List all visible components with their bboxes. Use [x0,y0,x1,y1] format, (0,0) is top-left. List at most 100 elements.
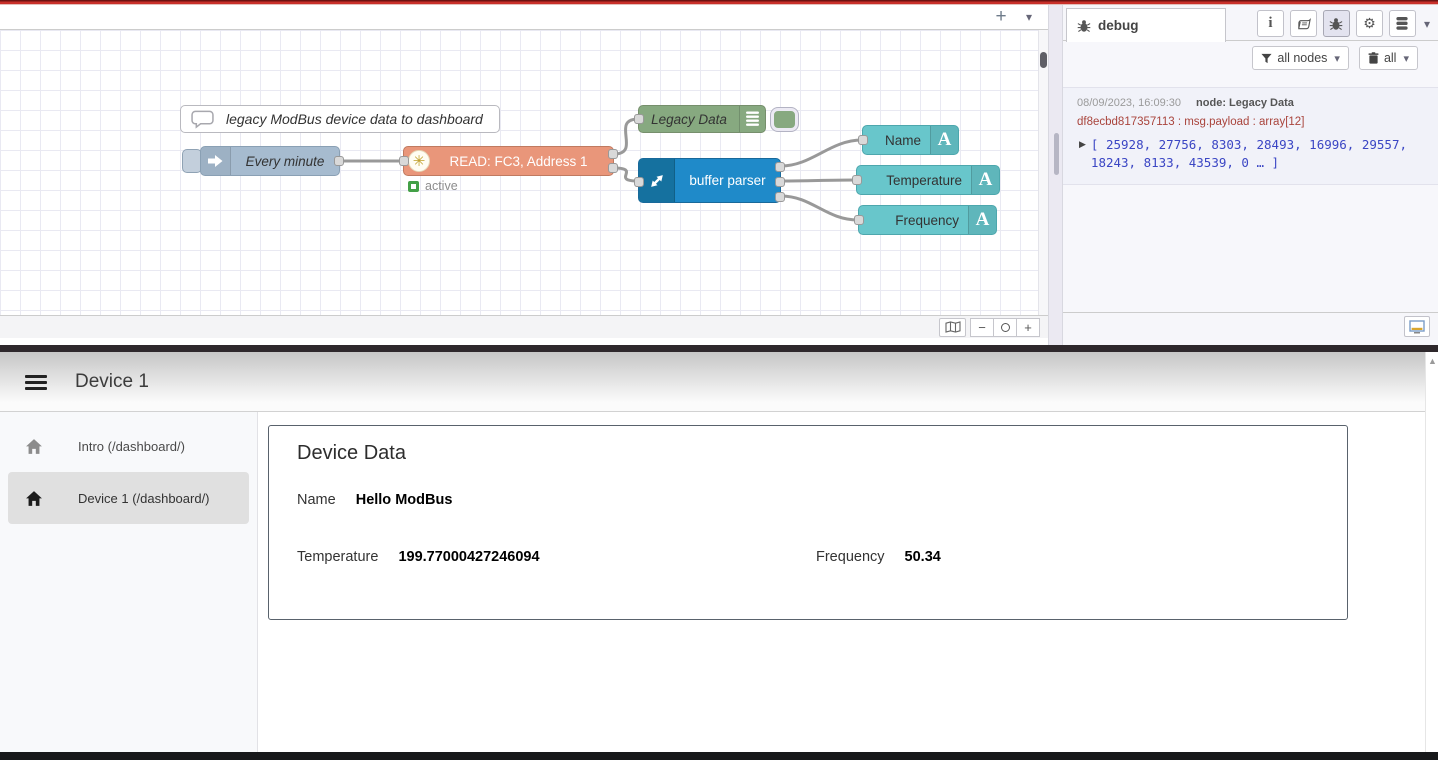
debug-sidebar: debug i ⚙ ▾ all nodes ▾ [1063,5,1438,345]
flow-canvas[interactable]: legacy ModBus device data to dashboard E… [0,30,1048,315]
add-flow-button[interactable]: + [986,5,1016,29]
tab-debug-label: debug [1098,18,1139,33]
ui-temperature-label: Temperature [857,173,971,188]
node-comment[interactable]: legacy ModBus device data to dashboard [180,105,500,133]
zoom-reset-icon [1001,323,1010,332]
chevron-down-icon: ▾ [1403,52,1409,65]
ui-frequency-label: Frequency [859,213,968,228]
help-tab-button[interactable] [1290,10,1317,37]
debug-node-label: Legacy Data [639,112,739,127]
message-payload: [ 25928, 27756, 8303, 28493, 16996, 2955… [1091,136,1424,172]
comment-label: legacy ModBus device data to dashboard [226,111,483,127]
ui-frequency-input-port[interactable] [854,215,864,225]
nav-item-device-1[interactable]: Device 1 (/dashboard/) [8,472,249,524]
node-inject[interactable]: Every minute [200,146,340,176]
debug-message: 08/09/2023, 16:09:30 node: Legacy Data d… [1063,87,1438,185]
parser-output-port-1[interactable] [775,162,785,172]
editor-workspace: + ▾ legacy ModBus device data to dashboa… [0,5,1048,345]
modbus-output-port-2[interactable] [608,163,618,173]
nav-item-label: Device 1 (/dashboard/) [78,491,210,506]
debug-input-port[interactable] [634,114,644,124]
sidebar-resize-divider[interactable] [1048,5,1063,345]
filter-nodes-label: all nodes [1277,51,1327,65]
comment-bubble-icon [191,110,214,129]
zoom-reset-button[interactable] [993,318,1017,337]
modbus-status: active [408,179,458,193]
inject-trigger-button[interactable] [182,149,202,173]
field-name: Name Hello ModBus [297,492,452,508]
divider-drag-handle[interactable] [1054,133,1059,175]
scrollbar-thumb[interactable] [1040,52,1047,68]
node-buffer-parser[interactable]: buffer parser [638,158,781,203]
nav-item-intro[interactable]: Intro (/dashboard/) [8,420,249,472]
node-ui-text-frequency[interactable]: Frequency A [858,205,997,235]
inject-arrow-icon [201,147,231,175]
dashboard-scrollbar[interactable]: ▲ [1425,352,1438,752]
modbus-asterisk-icon: ✳ [408,150,430,172]
wire-parser-to-frequency[interactable] [781,196,858,220]
sidebar-header: debug i ⚙ ▾ [1063,5,1438,41]
ui-temperature-input-port[interactable] [852,175,862,185]
wire-parser-to-name[interactable] [781,140,862,166]
sidebar-toolbar: i ⚙ ▾ [1251,10,1430,37]
bug-icon [1077,19,1091,33]
filter-nodes-button[interactable]: all nodes ▾ [1252,46,1349,70]
text-widget-icon: A [971,166,999,194]
field-label: Temperature [297,549,378,565]
trash-icon [1368,52,1379,64]
status-dot-icon [408,181,419,192]
parser-output-port-2[interactable] [775,177,785,187]
node-ui-text-name[interactable]: Name A [862,125,959,155]
zoom-in-button[interactable]: + [1016,318,1040,337]
zoom-out-button[interactable]: − [970,318,994,337]
hamburger-menu-icon[interactable] [25,375,47,390]
field-value: 50.34 [905,549,941,565]
dashboard-nav: Intro (/dashboard/) Device 1 (/dashboard… [0,412,258,752]
status-text: active [425,179,458,193]
bug-icon [1329,17,1343,31]
flow-list-caret-icon[interactable]: ▾ [1014,5,1044,29]
sidebar-menu-caret-icon[interactable]: ▾ [1424,17,1430,31]
modbus-input-port[interactable] [399,156,409,166]
node-red-editor: + ▾ legacy ModBus device data to dashboa… [0,5,1438,345]
text-widget-icon: A [968,206,996,234]
nav-item-label: Intro (/dashboard/) [78,439,185,454]
node-ui-text-temperature[interactable]: Temperature A [856,165,1000,195]
inject-label: Every minute [231,154,339,169]
navigator-map-button[interactable] [939,318,966,337]
message-node-name: node: Legacy Data [1196,97,1294,109]
sidebar-footer [1063,312,1438,340]
field-value: Hello ModBus [356,492,453,508]
expand-payload-icon[interactable]: ▶ [1079,139,1086,172]
dashboard-title: Device 1 [75,371,149,393]
context-tab-button[interactable] [1389,10,1416,37]
tab-debug[interactable]: debug [1066,8,1226,42]
config-tab-button[interactable]: ⚙ [1356,10,1383,37]
parser-output-port-3[interactable] [775,192,785,202]
clear-messages-label: all [1384,51,1397,65]
monitor-icon [1409,320,1425,334]
ui-name-input-port[interactable] [858,135,868,145]
parser-input-port[interactable] [634,177,644,187]
node-debug-legacy-data[interactable]: Legacy Data [638,105,766,133]
canvas-vertical-scrollbar[interactable] [1038,30,1048,315]
field-label: Name [297,492,336,508]
scroll-up-arrow-icon[interactable]: ▲ [1428,356,1437,366]
dashboard-header: Device 1 [0,352,1438,412]
debug-enable-toggle[interactable] [771,108,798,131]
field-frequency: Frequency 50.34 [816,549,941,565]
wire-parser-to-temperature[interactable] [781,180,856,181]
debug-tab-button[interactable] [1323,10,1350,37]
wire-read-to-legacy[interactable] [614,119,638,154]
clear-messages-button[interactable]: all ▾ [1359,46,1418,70]
inject-output-port[interactable] [334,156,344,166]
info-tab-button[interactable]: i [1257,10,1284,37]
open-debug-window-button[interactable] [1404,316,1430,337]
bottom-window-edge [0,752,1438,760]
window-separator-bar [0,345,1438,352]
field-label: Frequency [816,549,885,565]
debug-filter-row: all nodes ▾ all ▾ [1063,41,1438,75]
home-icon [24,438,46,455]
modbus-output-port-1[interactable] [608,149,618,159]
node-modbus-read[interactable]: ✳ READ: FC3, Address 1 [403,146,614,176]
